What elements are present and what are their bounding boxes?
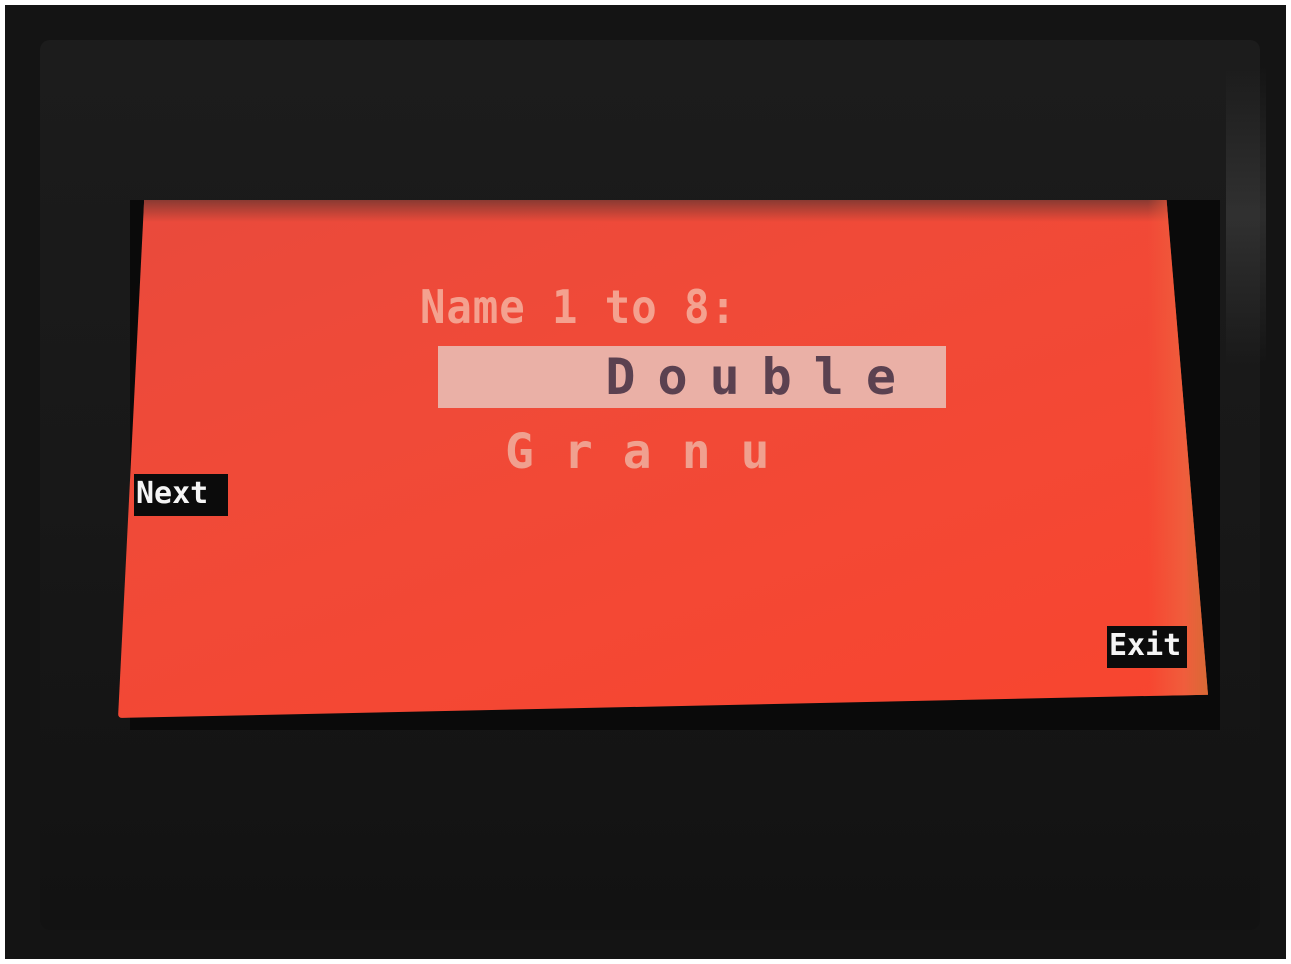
- name-input-field[interactable]: Double: [438, 346, 946, 408]
- exit-softkey-button[interactable]: Exit: [1107, 626, 1187, 668]
- screen-top-shadow: [118, 200, 1208, 222]
- name-next-segment: Granu: [505, 424, 800, 480]
- next-softkey-button[interactable]: Next: [134, 474, 228, 516]
- panel-reflection: [1226, 65, 1266, 365]
- name-input-value: Double: [605, 348, 918, 406]
- name-prompt-label: Name 1 to 8:: [420, 280, 737, 334]
